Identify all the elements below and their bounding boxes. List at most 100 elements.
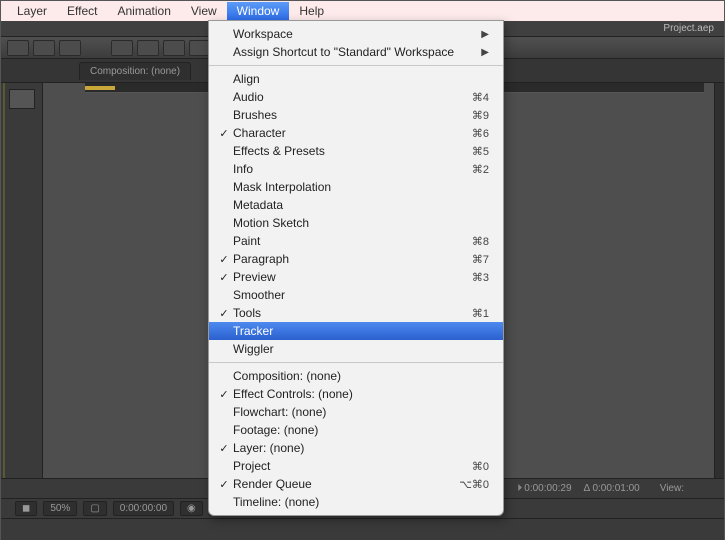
menu-item[interactable]: Paint⌘8	[209, 232, 503, 250]
shortcut-label: ⌘5	[472, 145, 489, 158]
btn[interactable]: ◼	[15, 501, 37, 516]
menu-animation[interactable]: Animation	[108, 2, 181, 20]
menubar: Layer Effect Animation View Window Help	[1, 1, 724, 21]
check-icon: ✓	[217, 271, 231, 284]
menu-item[interactable]: ✓Effect Controls: (none)	[209, 385, 503, 403]
menu-help[interactable]: Help	[289, 2, 334, 20]
composition-tab[interactable]: Composition: (none)	[79, 62, 191, 80]
menu-item-label: Info	[231, 162, 472, 176]
menu-item-label: Motion Sketch	[231, 216, 489, 230]
shortcut-label: ⌘9	[472, 109, 489, 122]
menu-item[interactable]: Effects & Presets⌘5	[209, 142, 503, 160]
tool-button[interactable]	[163, 40, 185, 56]
menu-item-label: Mask Interpolation	[231, 180, 489, 194]
menu-item-label: Paragraph	[231, 252, 472, 266]
menu-item-label: Preview	[231, 270, 472, 284]
menu-effect[interactable]: Effect	[57, 2, 107, 20]
menu-item-label: Wiggler	[231, 342, 489, 356]
right-gutter	[714, 83, 724, 478]
menu-item-label: Tools	[231, 306, 472, 320]
timecode-delta: Δ 0:00:01:00	[584, 483, 640, 494]
menu-item[interactable]: Align	[209, 70, 503, 88]
menu-item[interactable]: ✓Paragraph⌘7	[209, 250, 503, 268]
zoom-select[interactable]: 50%	[43, 501, 77, 516]
menu-item-label: Render Queue	[231, 477, 459, 491]
menu-item[interactable]: ✓Character⌘6	[209, 124, 503, 142]
menu-item[interactable]: Motion Sketch	[209, 214, 503, 232]
menu-item-label: Tracker	[231, 324, 489, 338]
check-icon: ✓	[217, 388, 231, 401]
check-icon: ✓	[217, 127, 231, 140]
tool-button[interactable]	[7, 40, 29, 56]
menu-view[interactable]: View	[181, 2, 227, 20]
menu-item[interactable]: Timeline: (none)	[209, 493, 503, 511]
menu-item-label: Paint	[231, 234, 472, 248]
menu-item-label: Audio	[231, 90, 472, 104]
shortcut-label: ⌘8	[472, 235, 489, 248]
menu-item[interactable]: Tracker	[209, 322, 503, 340]
menu-item-label: Brushes	[231, 108, 472, 122]
tool-button[interactable]	[33, 40, 55, 56]
menu-window[interactable]: Window	[227, 2, 290, 20]
separator	[209, 362, 503, 363]
check-icon: ✓	[217, 307, 231, 320]
menu-item[interactable]: ✓Render Queue⌥⌘0	[209, 475, 503, 493]
menu-item-label: Timeline: (none)	[231, 495, 489, 509]
thumbnail[interactable]	[9, 89, 35, 109]
check-icon: ✓	[217, 478, 231, 491]
shortcut-label: ⌘6	[472, 127, 489, 140]
menu-item-label: Flowchart: (none)	[231, 405, 489, 419]
menu-item[interactable]: Footage: (none)	[209, 421, 503, 439]
menu-item[interactable]: Workspace▶	[209, 25, 503, 43]
window-menu-dropdown[interactable]: Workspace▶Assign Shortcut to "Standard" …	[208, 20, 504, 516]
menu-item[interactable]: ✓Tools⌘1	[209, 304, 503, 322]
menu-item-label: Assign Shortcut to "Standard" Workspace	[231, 45, 481, 59]
shortcut-label: ⌘0	[472, 460, 489, 473]
timecode-end: 0:00:00:29	[524, 483, 571, 494]
menu-item[interactable]: ✓Preview⌘3	[209, 268, 503, 286]
menu-item[interactable]: Brushes⌘9	[209, 106, 503, 124]
view-label: View:	[660, 483, 684, 494]
shortcut-label: ⌘1	[472, 307, 489, 320]
menu-item[interactable]: Metadata	[209, 196, 503, 214]
tool-button[interactable]	[137, 40, 159, 56]
shortcut-label: ⌘2	[472, 163, 489, 176]
menu-layer[interactable]: Layer	[7, 2, 57, 20]
tool-button[interactable]	[59, 40, 81, 56]
menu-item-label: Workspace	[231, 27, 481, 41]
menu-item[interactable]: Wiggler	[209, 340, 503, 358]
menu-item-label: Smoother	[231, 288, 489, 302]
tool-button[interactable]	[111, 40, 133, 56]
menu-item[interactable]: Smoother	[209, 286, 503, 304]
menu-item[interactable]: Project⌘0	[209, 457, 503, 475]
menu-item[interactable]: Mask Interpolation	[209, 178, 503, 196]
menu-item-label: Effect Controls: (none)	[231, 387, 489, 401]
menu-item-label: Footage: (none)	[231, 423, 489, 437]
menu-item[interactable]: Audio⌘4	[209, 88, 503, 106]
footer-spacer	[1, 518, 724, 538]
submenu-arrow-icon: ▶	[481, 29, 489, 40]
menu-item-label: Effects & Presets	[231, 144, 472, 158]
timecode[interactable]: 0:00:00:00	[113, 501, 174, 516]
check-icon: ✓	[217, 253, 231, 266]
shortcut-label: ⌘3	[472, 271, 489, 284]
menu-item[interactable]: Flowchart: (none)	[209, 403, 503, 421]
shortcut-label: ⌥⌘0	[459, 478, 489, 491]
check-icon: ✓	[217, 442, 231, 455]
menu-item-label: Character	[231, 126, 472, 140]
menu-item-label: Composition: (none)	[231, 369, 489, 383]
menu-item-label: Metadata	[231, 198, 489, 212]
btn[interactable]: ◉	[180, 501, 203, 516]
project-filename: Project.aep	[663, 23, 714, 34]
shortcut-label: ⌘7	[472, 253, 489, 266]
submenu-arrow-icon: ▶	[481, 47, 489, 58]
menu-item-label: Align	[231, 72, 489, 86]
menu-item[interactable]: Assign Shortcut to "Standard" Workspace▶	[209, 43, 503, 61]
menu-item-label: Layer: (none)	[231, 441, 489, 455]
menu-item[interactable]: Composition: (none)	[209, 367, 503, 385]
shortcut-label: ⌘4	[472, 91, 489, 104]
btn[interactable]: ▢	[83, 501, 106, 516]
menu-item[interactable]: Info⌘2	[209, 160, 503, 178]
separator	[209, 65, 503, 66]
menu-item[interactable]: ✓Layer: (none)	[209, 439, 503, 457]
